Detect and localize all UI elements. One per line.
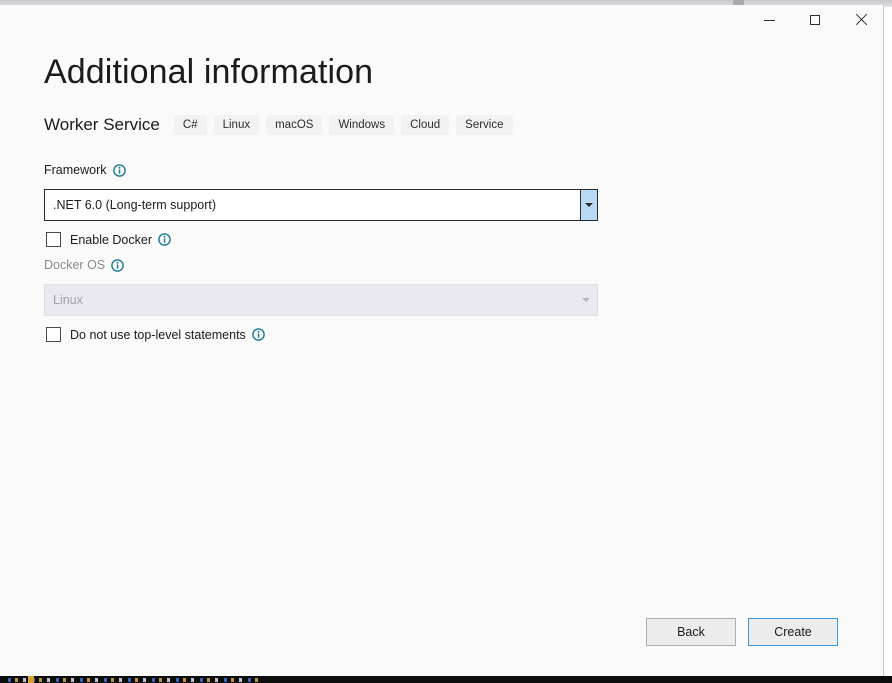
docker-os-combobox: Linux <box>44 284 598 316</box>
maximize-icon <box>810 15 820 25</box>
template-tag-cloud: Cloud <box>401 115 450 135</box>
back-button[interactable]: Back <box>646 618 736 646</box>
additional-information-dialog: Additional information Worker Service C#… <box>0 5 884 678</box>
info-icon[interactable] <box>158 233 171 246</box>
docker-os-selected-value: Linux <box>53 293 83 307</box>
docker-os-label-group: Docker OS <box>44 258 124 272</box>
framework-combobox[interactable]: .NET 6.0 (Long-term support) <box>44 189 598 221</box>
dialog-content: Additional information Worker Service C#… <box>0 41 883 677</box>
template-summary-row: Worker Service C# Linux macOS Windows Cl… <box>44 115 520 135</box>
enable-docker-label-group: Enable Docker <box>70 233 171 247</box>
maximize-button[interactable] <box>792 5 838 35</box>
no-top-level-statements-checkbox[interactable] <box>46 327 61 342</box>
dialog-titlebar <box>0 5 883 41</box>
enable-docker-row[interactable]: Enable Docker <box>46 232 171 247</box>
minimize-icon <box>763 19 775 21</box>
create-button[interactable]: Create <box>748 618 838 646</box>
screen: Additional information Worker Service C#… <box>0 0 892 683</box>
info-icon[interactable] <box>112 163 126 177</box>
template-tag-csharp: C# <box>173 115 207 135</box>
chevron-down-icon[interactable] <box>580 190 597 220</box>
template-tag-service: Service <box>456 115 513 135</box>
dialog-footer: Back Create <box>646 618 838 646</box>
close-icon <box>855 14 867 26</box>
no-top-level-statements-label: Do not use top-level statements <box>70 327 246 342</box>
no-top-level-statements-label-group: Do not use top-level statements <box>70 328 265 342</box>
enable-docker-label: Enable Docker <box>70 232 152 247</box>
page-title: Additional information <box>44 53 374 91</box>
framework-selected-value: .NET 6.0 (Long-term support) <box>53 198 217 212</box>
info-icon[interactable] <box>251 328 265 341</box>
enable-docker-checkbox[interactable] <box>46 232 61 247</box>
no-top-level-statements-row[interactable]: Do not use top-level statements <box>46 327 265 342</box>
framework-label-group: Framework <box>44 163 126 177</box>
docker-os-label: Docker OS <box>44 258 106 272</box>
taskbar-icons <box>8 678 263 682</box>
framework-label: Framework <box>44 163 107 177</box>
minimize-button[interactable] <box>746 5 792 35</box>
template-tag-linux: Linux <box>213 115 260 135</box>
close-button[interactable] <box>838 5 883 35</box>
template-tag-macos: macOS <box>266 115 323 135</box>
info-icon[interactable] <box>111 258 124 272</box>
desktop-taskbar-sliver <box>0 676 892 683</box>
template-name: Worker Service <box>44 115 160 134</box>
chevron-down-icon <box>575 285 597 315</box>
taskbar-start-icon <box>28 676 34 683</box>
template-tag-windows: Windows <box>329 115 395 135</box>
